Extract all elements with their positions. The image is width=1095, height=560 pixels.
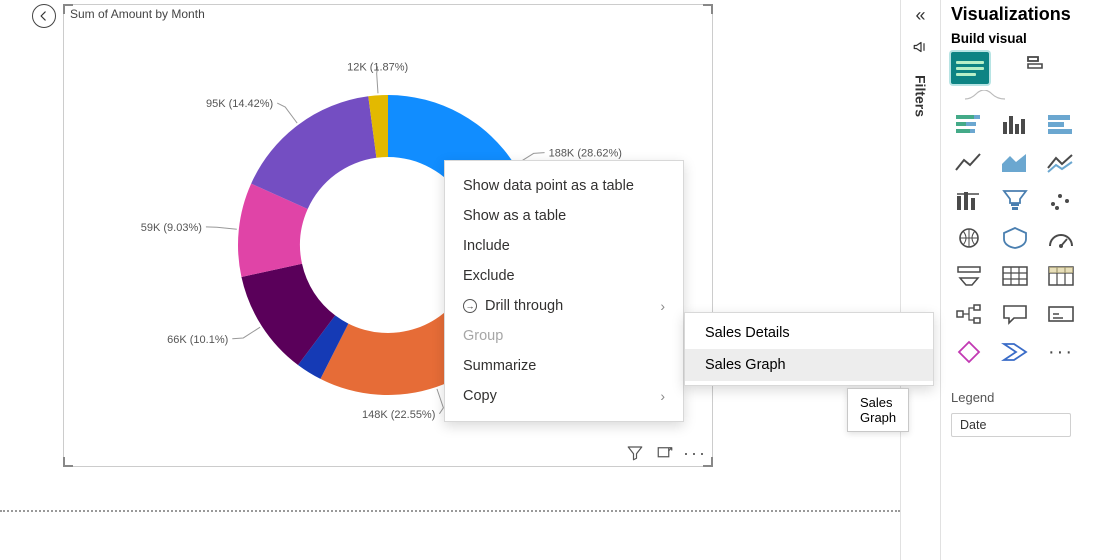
data-label: 12K (1.87%): [347, 61, 408, 73]
format-visual-tab[interactable]: [1017, 52, 1053, 80]
context-menu-label: Drill through: [485, 298, 563, 314]
decomposition-tree-icon[interactable]: [951, 300, 987, 328]
line-stacked-icon[interactable]: [1043, 148, 1079, 176]
stacked-bar-icon[interactable]: [951, 110, 987, 138]
card-icon[interactable]: [1043, 300, 1079, 328]
map-icon[interactable]: [951, 224, 987, 252]
power-automate-icon[interactable]: [997, 338, 1033, 366]
slicer-icon[interactable]: [951, 262, 987, 290]
context-menu-item[interactable]: → Drill through ›: [445, 291, 683, 321]
power-apps-icon[interactable]: [951, 338, 987, 366]
context-menu-label: Show data point as a table: [463, 178, 634, 194]
clustered-column-icon[interactable]: [997, 110, 1033, 138]
tooltip: Sales Graph: [847, 388, 909, 432]
context-menu-label: Summarize: [463, 358, 536, 374]
visual-title: Sum of Amount by Month: [70, 7, 205, 21]
build-visual-label: Build visual: [951, 31, 1095, 46]
table-icon[interactable]: [997, 262, 1033, 290]
more-visuals-icon[interactable]: ···: [1043, 338, 1079, 366]
context-menu-item[interactable]: Include: [445, 231, 683, 261]
gauge-icon[interactable]: [1043, 224, 1079, 252]
context-menu-label: Show as a table: [463, 208, 566, 224]
drill-through-icon: →: [463, 299, 477, 313]
context-menu-label: Copy: [463, 388, 497, 404]
filters-label[interactable]: Filters: [913, 75, 929, 117]
context-menu: Show data point as a table Show as a tabl…: [444, 160, 684, 422]
visualization-picker: ···: [951, 110, 1095, 366]
pane-title: Visualizations: [951, 4, 1095, 25]
context-menu-item: Group: [445, 321, 683, 351]
report-canvas: Sum of Amount by Month 188K (28.62%) 148K…: [0, 0, 900, 560]
data-label: 148K (22.55%): [362, 409, 435, 421]
drillthrough-target[interactable]: Sales Details: [685, 317, 933, 349]
selection-handle[interactable]: [63, 457, 73, 467]
context-menu-label: Group: [463, 328, 503, 344]
context-menu-label: Include: [463, 238, 510, 254]
filters-pane-collapsed: « Filters: [900, 0, 940, 560]
announcement-icon[interactable]: [912, 38, 930, 61]
qna-icon[interactable]: [997, 300, 1033, 328]
funnel-chart-icon[interactable]: [997, 186, 1033, 214]
chevron-right-icon: ›: [660, 388, 665, 404]
legend-field-well[interactable]: Date: [951, 413, 1071, 437]
stacked-bar-horizontal-icon[interactable]: [1043, 110, 1079, 138]
drillthrough-target[interactable]: Sales Graph: [685, 349, 933, 381]
context-menu-item[interactable]: Summarize: [445, 351, 683, 381]
legend-field-value: Date: [960, 418, 986, 432]
filter-icon[interactable]: [626, 444, 644, 462]
ribbon-chart-icon[interactable]: [951, 186, 987, 214]
drillthrough-submenu: Sales DetailsSales Graph: [684, 312, 934, 386]
expand-filters-icon[interactable]: «: [915, 6, 925, 24]
arrow-left-icon: [37, 9, 51, 23]
data-label: 95K (14.42%): [206, 98, 273, 110]
context-menu-item[interactable]: Exclude: [445, 261, 683, 291]
matrix-icon[interactable]: [1043, 262, 1079, 290]
scatter-chart-icon[interactable]: [1043, 186, 1079, 214]
filled-map-icon[interactable]: [997, 224, 1033, 252]
area-chart-icon[interactable]: [997, 148, 1033, 176]
context-menu-item[interactable]: Show data point as a table: [445, 171, 683, 201]
data-label: 59K (9.03%): [141, 222, 202, 234]
context-menu-label: Exclude: [463, 268, 515, 284]
context-menu-item[interactable]: Copy ›: [445, 381, 683, 411]
visual-footer: ···: [626, 444, 704, 462]
more-options-icon[interactable]: ···: [686, 444, 704, 462]
data-label: 66K (10.1%): [167, 334, 228, 346]
back-button[interactable]: [32, 4, 56, 28]
legend-section-label: Legend: [951, 390, 1095, 405]
build-visual-tab[interactable]: [951, 52, 989, 84]
selection-handle[interactable]: [703, 4, 713, 14]
visualizations-pane: Visualizations Build visual: [940, 0, 1095, 560]
line-chart-icon[interactable]: [951, 148, 987, 176]
chevron-right-icon: ›: [660, 298, 665, 314]
focus-mode-icon[interactable]: [656, 444, 674, 462]
page-divider: [0, 510, 900, 512]
tab-indicator: [965, 90, 1095, 100]
context-menu-item[interactable]: Show as a table: [445, 201, 683, 231]
data-label: 188K (28.62%): [549, 148, 622, 160]
